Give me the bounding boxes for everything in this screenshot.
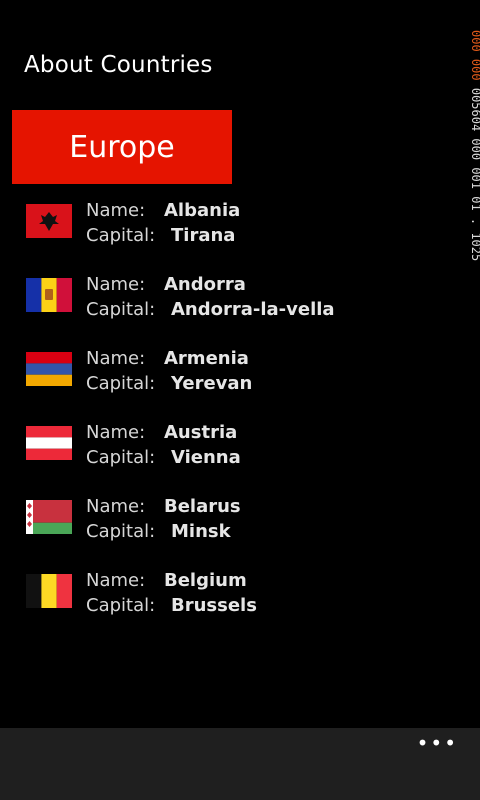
country-capital: Brussels (171, 595, 257, 616)
belgium-flag-icon (26, 574, 72, 608)
debug-counter-strip: 000 000 005604 000 001 01 . 1025 (466, 30, 480, 400)
name-label: Name: (86, 274, 146, 295)
andorra-flag-icon (26, 278, 72, 312)
country-capital: Andorra-la-vella (171, 299, 335, 320)
debug-line-3: 005604 000 001 01 . 1025 (469, 87, 480, 262)
capital-label: Capital: (86, 521, 156, 542)
country-item-belgium[interactable]: Name: Belgium Capital: Brussels (0, 566, 460, 640)
albania-flag-icon (26, 204, 72, 238)
capital-label: Capital: (86, 373, 156, 394)
country-name: Belarus (164, 496, 241, 517)
name-label: Name: (86, 348, 146, 369)
capital-label: Capital: (86, 447, 156, 468)
app-bar: ••• (0, 728, 480, 800)
debug-line-2: 000 (469, 58, 480, 81)
capital-label: Capital: (86, 225, 156, 246)
europe-region-button[interactable]: Europe (12, 110, 232, 184)
country-item-albania[interactable]: Name: Albania Capital: Tirana (0, 196, 460, 270)
country-item-armenia[interactable]: Name: Armenia Capital: Yerevan (0, 344, 460, 418)
more-options-icon[interactable]: ••• (417, 733, 458, 753)
country-item-andorra[interactable]: Name: Andorra Capital: Andorra-la-vella (0, 270, 460, 344)
name-label: Name: (86, 496, 146, 517)
country-list: Name: Albania Capital: Tirana Name: Ando… (0, 196, 460, 640)
name-label: Name: (86, 570, 146, 591)
country-name: Belgium (164, 570, 247, 591)
belarus-flag-icon (26, 500, 72, 534)
country-capital: Yerevan (171, 373, 253, 394)
country-item-belarus[interactable]: Name: Belarus Capital: Minsk (0, 492, 460, 566)
armenia-flag-icon (26, 352, 72, 386)
country-capital: Tirana (171, 225, 236, 246)
name-label: Name: (86, 422, 146, 443)
austria-flag-icon (26, 426, 72, 460)
country-item-austria[interactable]: Name: Austria Capital: Vienna (0, 418, 460, 492)
country-name: Armenia (164, 348, 249, 369)
country-name: Andorra (164, 274, 246, 295)
country-name: Albania (164, 200, 241, 221)
capital-label: Capital: (86, 299, 156, 320)
page-title: About Countries (24, 52, 213, 78)
name-label: Name: (86, 200, 146, 221)
country-capital: Minsk (171, 521, 231, 542)
capital-label: Capital: (86, 595, 156, 616)
country-capital: Vienna (171, 447, 241, 468)
country-name: Austria (164, 422, 238, 443)
debug-line-1: 000 (469, 30, 480, 52)
